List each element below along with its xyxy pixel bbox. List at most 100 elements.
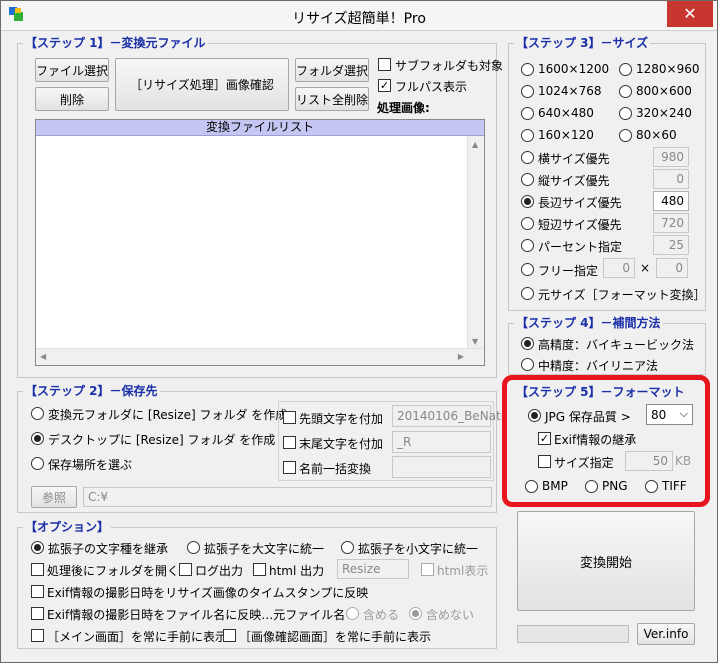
height-input[interactable]: 0 [653, 169, 689, 189]
rename-input[interactable] [392, 456, 491, 478]
prefix-checkbox[interactable] [283, 411, 296, 424]
version-info-button[interactable]: Ver.info [637, 623, 695, 645]
size-160-label: 160×120 [538, 128, 594, 142]
width-priority-label: 横サイズ優先 [538, 152, 610, 166]
step2-header: 【ステップ 2】－保存先 [23, 384, 160, 398]
scroll-up-icon[interactable]: ▲ [472, 140, 478, 149]
app-window: リサイズ超簡単！Pro ✕ 【ステップ 1】－変換元ファイル ファイル選択 削除… [0, 0, 718, 663]
save-choose-radio[interactable] [31, 457, 44, 470]
convert-button[interactable]: 変換開始 [517, 511, 695, 611]
list-clear-button[interactable]: リスト全削除 [295, 87, 369, 111]
log-checkbox[interactable] [179, 563, 192, 576]
bilinear-radio[interactable] [521, 358, 534, 371]
bicubic-label: 高精度：バイキュービック法 [538, 338, 695, 352]
horizontal-scrollbar[interactable]: ◀ ▶ [36, 348, 484, 365]
bicubic-radio[interactable] [521, 337, 534, 350]
size-640-label: 640×480 [538, 106, 594, 120]
include-radio[interactable] [346, 607, 359, 620]
original-size-label: 元サイズ［フォーマット変換］ [538, 288, 706, 302]
ext-upper-radio[interactable] [187, 541, 200, 554]
step4-header: 【ステップ 4】－補間方法 [514, 316, 663, 330]
save-desktop-radio[interactable] [31, 432, 44, 445]
highlight-frame [502, 375, 710, 507]
suffix-checkbox[interactable] [283, 436, 296, 449]
original-size-radio[interactable] [521, 287, 534, 300]
suffix-label: 末尾文字を付加 [299, 437, 384, 451]
step1-header: 【ステップ 1】－変換元ファイル [23, 36, 208, 50]
scroll-down-icon[interactable]: ▼ [472, 337, 478, 346]
processing-label: 処理画像: [377, 101, 430, 115]
html-name-input[interactable]: Resize [337, 559, 409, 579]
size-1024-radio[interactable] [521, 85, 534, 98]
include-label: 含める [363, 608, 400, 622]
resize-check-button[interactable]: ［リサイズ処理］画像確認 [115, 58, 289, 111]
exclude-label: 含めない [426, 608, 475, 622]
open-after-label: 処理後にフォルダを開く [47, 564, 180, 578]
long-input[interactable]: 480 [653, 191, 689, 211]
delete-button[interactable]: 削除 [35, 87, 109, 111]
size-80-radio[interactable] [619, 129, 632, 142]
size-80-label: 80×60 [636, 128, 677, 142]
save-path-input[interactable]: C:¥ [83, 487, 492, 507]
ext-lower-radio[interactable] [341, 541, 354, 554]
free-radio[interactable] [521, 263, 534, 276]
rename-checkbox[interactable] [283, 461, 296, 474]
long-priority-radio[interactable] [521, 195, 534, 208]
size-640-radio[interactable] [521, 107, 534, 120]
short-priority-radio[interactable] [521, 217, 534, 230]
confirm-front-checkbox[interactable] [223, 629, 236, 642]
browse-button[interactable]: 参照 [31, 486, 77, 508]
long-priority-label: 長辺サイズ優先 [538, 196, 622, 210]
bilinear-label: 中精度：バイリニア法 [538, 359, 659, 373]
percent-input[interactable]: 25 [653, 235, 689, 255]
free-height-input[interactable]: 0 [656, 258, 688, 278]
exclude-radio[interactable] [409, 607, 422, 620]
html-checkbox[interactable] [253, 563, 266, 576]
log-label: ログ出力 [195, 564, 244, 578]
html-display-checkbox[interactable] [421, 563, 434, 576]
size-160-radio[interactable] [521, 129, 534, 142]
options-header: 【オプション】 [23, 520, 112, 534]
file-list-header: 変換ファイルリスト [36, 120, 484, 136]
save-choose-label: 保存場所を選ぶ [48, 458, 133, 472]
main-front-checkbox[interactable] [31, 629, 44, 642]
html-display-label: html表示 [437, 564, 489, 578]
file-select-button[interactable]: ファイル選択 [35, 58, 109, 82]
subfolder-checkbox[interactable] [378, 58, 391, 71]
vertical-scrollbar[interactable]: ▲ ▼ [467, 136, 484, 348]
file-list[interactable]: 変換ファイルリスト ▲ ▼ ◀ ▶ [35, 119, 485, 366]
prefix-label: 先頭文字を付加 [299, 412, 384, 426]
main-front-label: ［メイン画面］を常に手前に表示 [47, 630, 228, 644]
close-button[interactable]: ✕ [667, 1, 713, 27]
size-1600-radio[interactable] [521, 63, 534, 76]
progress-bar [517, 625, 629, 643]
free-width-input[interactable]: 0 [603, 258, 635, 278]
confirm-front-label: ［画像確認画面］を常に手前に表示 [239, 630, 432, 644]
width-input[interactable]: 980 [653, 147, 689, 167]
scroll-left-icon[interactable]: ◀ [40, 352, 46, 361]
size-1600-label: 1600×1200 [538, 62, 610, 76]
prefix-input[interactable]: 20140106_BeNati [392, 405, 504, 427]
open-after-checkbox[interactable] [31, 563, 44, 576]
short-input[interactable]: 720 [653, 213, 689, 233]
size-800-radio[interactable] [619, 85, 632, 98]
ext-keep-radio[interactable] [31, 541, 44, 554]
exif-timestamp-checkbox[interactable] [31, 585, 44, 598]
suffix-input[interactable]: _R [392, 431, 491, 453]
save-source-radio[interactable] [31, 407, 44, 420]
width-priority-radio[interactable] [521, 151, 534, 164]
percent-radio[interactable] [521, 239, 534, 252]
ext-upper-label: 拡張子を大文字に統一 [204, 542, 325, 556]
size-1280-label: 1280×960 [636, 62, 700, 76]
step3-header: 【ステップ 3】－サイズ [514, 36, 651, 50]
exif-filename-label: Exif情報の撮影日時をファイル名に反映…元ファイル名 ： [47, 608, 362, 622]
folder-select-button[interactable]: フォルダ選択 [295, 58, 369, 82]
subfolder-label: サブフォルダも対象 [395, 59, 504, 73]
save-desktop-label: デスクトップに [Resize] フォルダ を作成 [48, 433, 276, 447]
fullpath-checkbox[interactable]: ✓ [378, 79, 391, 92]
scroll-right-icon[interactable]: ▶ [458, 352, 464, 361]
size-320-radio[interactable] [619, 107, 632, 120]
height-priority-radio[interactable] [521, 173, 534, 186]
size-1280-radio[interactable] [619, 63, 632, 76]
exif-filename-checkbox[interactable] [31, 607, 44, 620]
